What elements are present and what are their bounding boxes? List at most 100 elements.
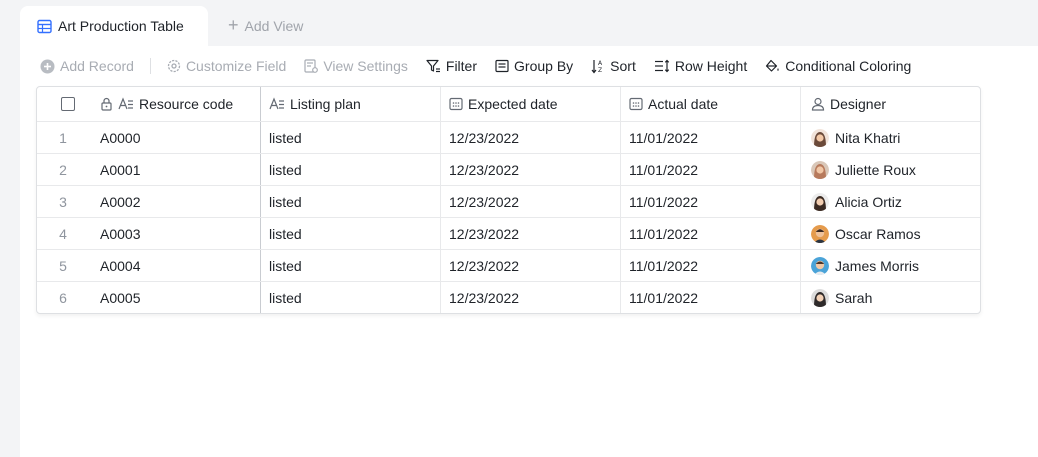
row-index: 4 bbox=[59, 225, 67, 242]
view-settings-button[interactable]: View Settings bbox=[304, 58, 408, 74]
table-row[interactable]: 3 A0002 listed 12/23/2022 11/01/2022 Ali… bbox=[37, 186, 980, 218]
cell-resource-code[interactable]: A0000 bbox=[99, 122, 260, 153]
column-label: Actual date bbox=[648, 96, 719, 112]
cell-expected-date[interactable]: 12/23/2022 bbox=[440, 122, 620, 153]
cell-resource-code[interactable]: A0005 bbox=[99, 282, 260, 313]
cell-listing-plan[interactable]: listed bbox=[260, 218, 440, 249]
designer-name: Nita Khatri bbox=[835, 129, 901, 146]
row-index: 5 bbox=[59, 257, 67, 274]
row-height-button[interactable]: Row Height bbox=[654, 58, 747, 74]
customize-field-button[interactable]: Customize Field bbox=[167, 58, 286, 74]
table-row[interactable]: 1 A0000 listed 12/23/2022 11/01/2022 Nit… bbox=[37, 122, 980, 154]
table-row[interactable]: 4 A0003 listed 12/23/2022 11/01/2022 Osc… bbox=[37, 218, 980, 250]
column-label: Resource code bbox=[139, 96, 234, 112]
cell-listing-plan[interactable]: listed bbox=[260, 282, 440, 313]
designer-name: James Morris bbox=[835, 257, 920, 274]
row-index: 2 bbox=[59, 161, 67, 178]
tab-label: Art Production Table bbox=[58, 18, 184, 34]
row-index: 1 bbox=[59, 129, 67, 146]
cell-designer[interactable]: James Morris bbox=[800, 250, 980, 281]
lock-icon bbox=[101, 97, 112, 111]
view-settings-icon bbox=[304, 59, 319, 73]
gear-icon bbox=[167, 59, 181, 73]
sort-button[interactable]: A Z Sort bbox=[591, 58, 636, 74]
cell-listing-plan[interactable]: listed bbox=[260, 122, 440, 153]
cell-actual-date[interactable]: 11/01/2022 bbox=[620, 282, 800, 313]
calendar-icon bbox=[449, 97, 463, 111]
cell-expected-date[interactable]: 12/23/2022 bbox=[440, 282, 620, 313]
cell-actual-date[interactable]: 11/01/2022 bbox=[620, 250, 800, 281]
filter-label: Filter bbox=[445, 58, 478, 74]
column-header-resource-code[interactable]: Resource code bbox=[99, 87, 260, 121]
cell-expected-date[interactable]: 12/23/2022 bbox=[440, 154, 620, 185]
sort-icon: A Z bbox=[591, 59, 603, 74]
designer-name: Juliette Roux bbox=[835, 161, 916, 178]
column-label: Designer bbox=[830, 96, 887, 112]
column-label: Expected date bbox=[468, 96, 558, 112]
designer-name: Sarah bbox=[835, 290, 873, 306]
cell-actual-date[interactable]: 11/01/2022 bbox=[620, 186, 800, 217]
tab-art-production-table[interactable]: Art Production Table bbox=[20, 6, 208, 46]
cell-designer[interactable]: Alicia Ortiz bbox=[800, 186, 980, 217]
filter-button[interactable]: Filter bbox=[426, 58, 477, 74]
svg-text:Z: Z bbox=[598, 67, 602, 74]
grid-table-icon bbox=[37, 19, 52, 33]
text-field-icon bbox=[269, 97, 284, 110]
cell-listing-plan[interactable]: listed bbox=[260, 154, 440, 185]
cell-expected-date[interactable]: 12/23/2022 bbox=[440, 250, 620, 281]
cell-designer[interactable]: Oscar Ramos bbox=[800, 218, 980, 249]
designer-name: Oscar Ramos bbox=[835, 225, 921, 242]
group-by-icon bbox=[495, 59, 509, 73]
cell-expected-date[interactable]: 12/23/2022 bbox=[440, 186, 620, 217]
cell-resource-code[interactable]: A0002 bbox=[99, 186, 260, 217]
column-header-listing-plan[interactable]: Listing plan bbox=[260, 87, 440, 121]
add-record-button[interactable]: Add Record bbox=[40, 58, 134, 74]
avatar bbox=[811, 289, 829, 307]
view-settings-label: View Settings bbox=[323, 58, 408, 74]
cell-actual-date[interactable]: 11/01/2022 bbox=[620, 154, 800, 185]
avatar bbox=[811, 192, 829, 211]
select-all-checkbox[interactable] bbox=[61, 97, 75, 111]
row-height-icon bbox=[654, 59, 669, 73]
cell-expected-date[interactable]: 12/23/2022 bbox=[440, 218, 620, 249]
view-tab-bar: Art Production Table + Add View bbox=[20, 0, 1038, 46]
cell-resource-code[interactable]: A0003 bbox=[99, 218, 260, 249]
row-index: 6 bbox=[59, 290, 67, 306]
conditional-coloring-button[interactable]: Conditional Coloring bbox=[765, 58, 911, 74]
table-row[interactable]: 5 A0004 listed 12/23/2022 11/01/2022 Jam… bbox=[37, 250, 980, 282]
customize-field-label: Customize Field bbox=[185, 58, 287, 74]
cell-actual-date[interactable]: 11/01/2022 bbox=[620, 218, 800, 249]
column-header-expected-date[interactable]: Expected date bbox=[440, 87, 620, 121]
sort-label: Sort bbox=[610, 58, 636, 74]
cell-designer[interactable]: Sarah bbox=[800, 282, 980, 313]
cell-resource-code[interactable]: A0001 bbox=[99, 154, 260, 185]
cell-designer[interactable]: Juliette Roux bbox=[800, 154, 980, 185]
add-record-label: Add Record bbox=[60, 58, 134, 74]
cell-resource-code[interactable]: A0004 bbox=[99, 250, 260, 281]
cell-listing-plan[interactable]: listed bbox=[260, 186, 440, 217]
designer-name: Alicia Ortiz bbox=[835, 193, 902, 210]
add-view-button[interactable]: + Add View bbox=[228, 6, 303, 46]
plus-circle-icon bbox=[40, 59, 55, 73]
table-row[interactable]: 2 A0001 listed 12/23/2022 11/01/2022 Jul… bbox=[37, 154, 980, 186]
svg-text:A: A bbox=[598, 60, 603, 67]
column-header-actual-date[interactable]: Actual date bbox=[620, 87, 800, 121]
column-header-designer[interactable]: Designer bbox=[800, 87, 980, 121]
cell-listing-plan[interactable]: listed bbox=[260, 250, 440, 281]
cell-designer[interactable]: Nita Khatri bbox=[800, 122, 980, 153]
avatar bbox=[811, 224, 829, 243]
table-header-row: Resource code Listing plan Expected date bbox=[37, 87, 980, 122]
calendar-icon bbox=[629, 97, 643, 111]
avatar bbox=[811, 128, 829, 147]
group-by-button[interactable]: Group By bbox=[495, 58, 573, 74]
add-view-label: Add View bbox=[244, 18, 304, 34]
table-row[interactable]: 6 A0005 listed 12/23/2022 11/01/2022 Sar… bbox=[37, 282, 980, 313]
avatar bbox=[811, 256, 829, 275]
text-field-icon bbox=[118, 97, 133, 110]
person-icon bbox=[811, 97, 825, 111]
cell-actual-date[interactable]: 11/01/2022 bbox=[620, 122, 800, 153]
group-by-label: Group By bbox=[514, 58, 574, 74]
avatar bbox=[811, 160, 829, 179]
row-index: 3 bbox=[59, 193, 67, 210]
plus-icon: + bbox=[228, 15, 239, 35]
